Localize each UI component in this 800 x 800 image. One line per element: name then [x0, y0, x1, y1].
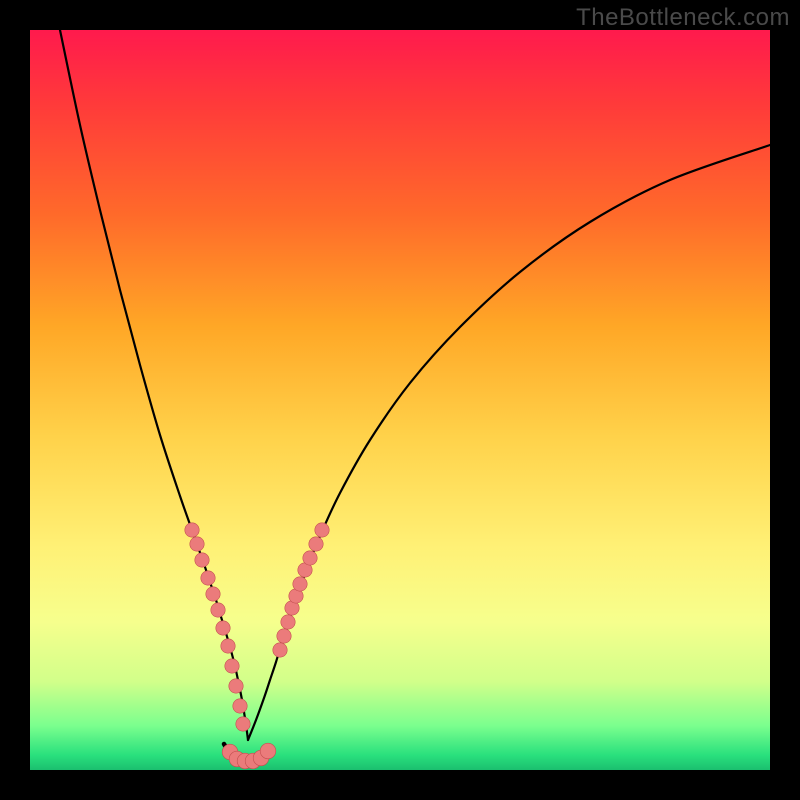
bead-point [309, 537, 323, 551]
bead-point [281, 615, 295, 629]
bead-point [211, 603, 225, 617]
bead-point [236, 717, 250, 731]
bead-point [260, 743, 276, 759]
bead-point [216, 621, 230, 635]
plot-area [30, 30, 770, 770]
curve-layer [60, 30, 770, 761]
chart-svg [30, 30, 770, 770]
series-right-curve [248, 145, 770, 740]
watermark-text: TheBottleneck.com [576, 4, 790, 32]
bead-point [185, 523, 199, 537]
bead-point [315, 523, 329, 537]
bead-point [229, 679, 243, 693]
bead-point [206, 587, 220, 601]
bead-point [201, 571, 215, 585]
bead-layer [185, 523, 329, 769]
bead-point [233, 699, 247, 713]
bead-point [273, 643, 287, 657]
bead-point [190, 537, 204, 551]
bead-point [293, 577, 307, 591]
frame: TheBottleneck.com [0, 0, 800, 800]
bead-point [195, 553, 209, 567]
bead-point [221, 639, 235, 653]
bead-point [225, 659, 239, 673]
bead-point [277, 629, 291, 643]
bead-point [303, 551, 317, 565]
